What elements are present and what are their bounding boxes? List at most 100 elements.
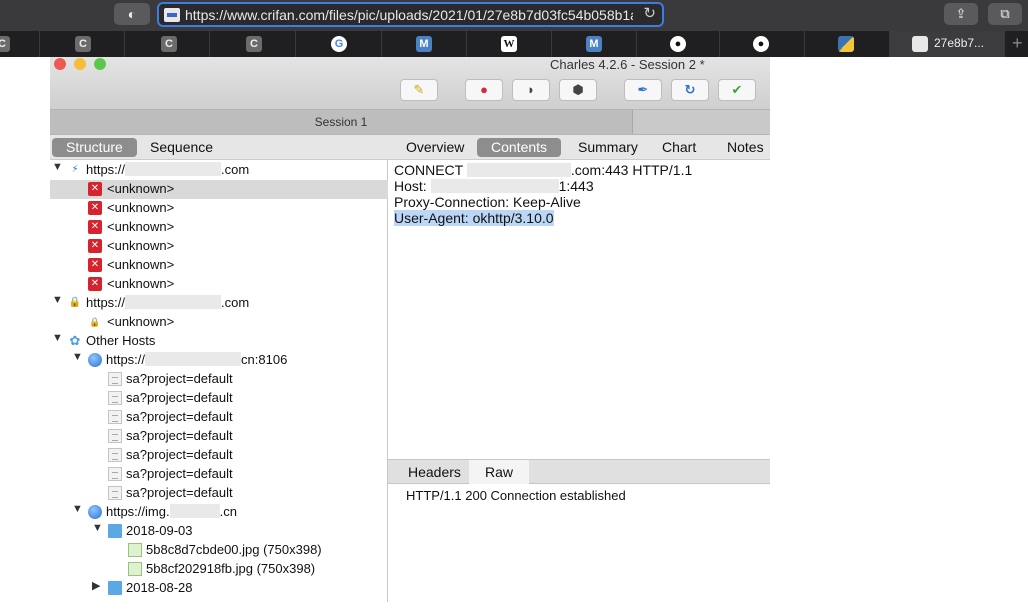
tab-chart[interactable]: Chart [648, 138, 710, 157]
tab-strip: C C C C G M W M ● ● 27e8b7... [0, 31, 1028, 57]
breakpoints-button[interactable]: ⬢ [559, 79, 597, 101]
charles-window: Charles 4.2.6 - Session 2 * ✎ ● ◗ ⬢ ✒ ↻ … [50, 57, 770, 602]
privacy-shield-button[interactable]: ◐ [114, 3, 150, 25]
pinned-tab[interactable]: C [210, 31, 296, 57]
header-name: Host: [394, 178, 427, 194]
session-tab[interactable]: Session 1 [50, 110, 633, 134]
expanded-triangle-icon[interactable]: ▼ [72, 503, 83, 515]
redacted-block [145, 352, 242, 366]
failed-request-icon: ✕ [88, 239, 102, 253]
tab-active[interactable]: 27e8b7... [890, 31, 1005, 57]
pinned-tab[interactable]: M [552, 31, 637, 57]
pinned-tab[interactable]: W [467, 31, 552, 57]
tree-row-request[interactable]: ✕ <unknown> [50, 256, 388, 275]
c-letter-icon: C [75, 36, 91, 52]
host-scheme: https:// [86, 162, 126, 177]
tree-row-request[interactable]: 5b8cf202918fb.jpg (750x398) [50, 560, 388, 579]
tree-row-request[interactable]: ✕ <unknown> [50, 218, 388, 237]
pinned-tab[interactable]: M [382, 31, 467, 57]
expanded-triangle-icon[interactable]: ▼ [52, 332, 63, 344]
active-tab-title: 27e8b7... [934, 36, 985, 50]
tree-row-request[interactable]: sa?project=default [50, 446, 388, 465]
collapsed-triangle-icon[interactable]: ▶ [92, 579, 100, 592]
tree-row-host[interactable]: ▼ ⚡ https:// .com [50, 161, 388, 180]
tab-overview[interactable]: Overview [392, 138, 478, 157]
tab-raw[interactable]: Raw [469, 460, 530, 484]
tab-summary[interactable]: Summary [564, 138, 652, 157]
browser-toolbar: ◐ https://www.crifan.com/files/pic/uploa… [0, 0, 1028, 31]
edit-request-button[interactable]: ✒ [624, 79, 662, 101]
tree-row-request[interactable]: ✕ <unknown> [50, 237, 388, 256]
new-tab-icon[interactable]: + [1012, 33, 1023, 54]
tree-row-folder[interactable]: ▼ 2018-09-03 [50, 522, 388, 541]
request-label: sa?project=default [126, 466, 233, 481]
validate-button[interactable]: ✔ [718, 79, 756, 101]
expanded-triangle-icon[interactable]: ▼ [52, 161, 63, 173]
tree-row-host[interactable]: ▼ https://img. .cn [50, 503, 388, 522]
tree-row-request[interactable]: ✕ <unknown> [50, 199, 388, 218]
lock-icon: 🔒 [89, 317, 101, 327]
tab-contents[interactable]: Contents [477, 138, 562, 157]
document-icon [108, 372, 122, 386]
tree-row-request[interactable]: ✕ <unknown> [50, 180, 388, 199]
folder-icon [108, 524, 122, 538]
tree-row-request[interactable]: ✕ <unknown> [50, 275, 388, 294]
tab-overview-button[interactable]: ⧉ [988, 3, 1022, 25]
turtle-icon: ◗ [527, 82, 535, 97]
tree-row-host[interactable]: ▼ 🔒 https:// .com [50, 294, 388, 313]
python-icon [838, 36, 854, 52]
tab-notes[interactable]: Notes [713, 138, 778, 157]
tree-row-request[interactable]: sa?project=default [50, 427, 388, 446]
record-button[interactable]: ● [465, 79, 503, 101]
crifan-favicon-icon [912, 36, 928, 52]
reload-icon[interactable]: ↻ [643, 4, 656, 22]
request-line: CONNECT .com:443 HTTP/1.1 [394, 162, 692, 178]
pinned-tab[interactable] [805, 31, 890, 57]
pinned-tab[interactable]: G [296, 31, 382, 57]
c-letter-icon: C [161, 36, 177, 52]
host-domain-suffix: .com [221, 295, 250, 310]
expanded-triangle-icon[interactable]: ▼ [92, 522, 103, 534]
expanded-triangle-icon[interactable]: ▼ [52, 294, 63, 306]
url-text[interactable]: https://www.crifan.com/files/pic/uploads… [185, 7, 633, 23]
throttle-button[interactable]: ◗ [512, 79, 550, 101]
failed-request-icon: ✕ [88, 182, 102, 196]
tree-row-host[interactable]: ▼ https:// cn:8106 [50, 351, 388, 370]
tab-structure[interactable]: Structure [52, 138, 137, 157]
tab-sequence[interactable]: Sequence [136, 138, 227, 157]
response-status-line: HTTP/1.1 200 Connection established [406, 488, 626, 503]
request-label: <unknown> [107, 276, 175, 291]
pinned-tab[interactable]: ● [637, 31, 720, 57]
header-value: 1:443 [558, 178, 594, 194]
tree-row-request[interactable]: sa?project=default [50, 370, 388, 389]
view-mode-tabs: Structure Sequence [50, 135, 388, 160]
checkmark-icon: ✔ [731, 82, 743, 97]
tree-row-request[interactable]: sa?project=default [50, 465, 388, 484]
pinned-tab[interactable]: C [0, 31, 40, 57]
share-button[interactable]: ⇪ [944, 3, 978, 25]
tree-row-request[interactable]: 5b8c8d7cbde00.jpg (750x398) [50, 541, 388, 560]
response-tabs: Headers Raw [388, 459, 770, 484]
minimize-window-icon[interactable] [74, 58, 86, 70]
failed-request-icon: ✕ [88, 220, 102, 234]
stop-hexagon-icon: ⬢ [572, 82, 584, 97]
expanded-triangle-icon[interactable]: ▼ [72, 351, 83, 363]
address-bar[interactable]: https://www.crifan.com/files/pic/uploads… [157, 2, 664, 27]
pinned-tab[interactable]: ● [720, 31, 805, 57]
zoom-window-icon[interactable] [94, 58, 106, 70]
document-icon [108, 391, 122, 405]
repeat-button[interactable]: ↻ [671, 79, 709, 101]
request-user-agent-header: User-Agent: okhttp/3.10.0 [394, 210, 554, 226]
request-label: sa?project=default [126, 485, 233, 500]
tab-headers[interactable]: Headers [392, 460, 477, 484]
tree-row-request[interactable]: 🔒 <unknown> [50, 313, 388, 332]
tree-row-folder[interactable]: ▶ 2018-08-28 [50, 579, 388, 598]
tree-row-request[interactable]: sa?project=default [50, 408, 388, 427]
clear-session-button[interactable]: ✎ [400, 79, 438, 101]
close-window-icon[interactable] [54, 58, 66, 70]
pinned-tab[interactable]: C [125, 31, 210, 57]
tree-row-other-hosts[interactable]: ▼ ✿ Other Hosts [50, 332, 388, 351]
tree-row-request[interactable]: sa?project=default [50, 389, 388, 408]
tree-row-request[interactable]: sa?project=default [50, 484, 388, 503]
pinned-tab[interactable]: C [40, 31, 125, 57]
